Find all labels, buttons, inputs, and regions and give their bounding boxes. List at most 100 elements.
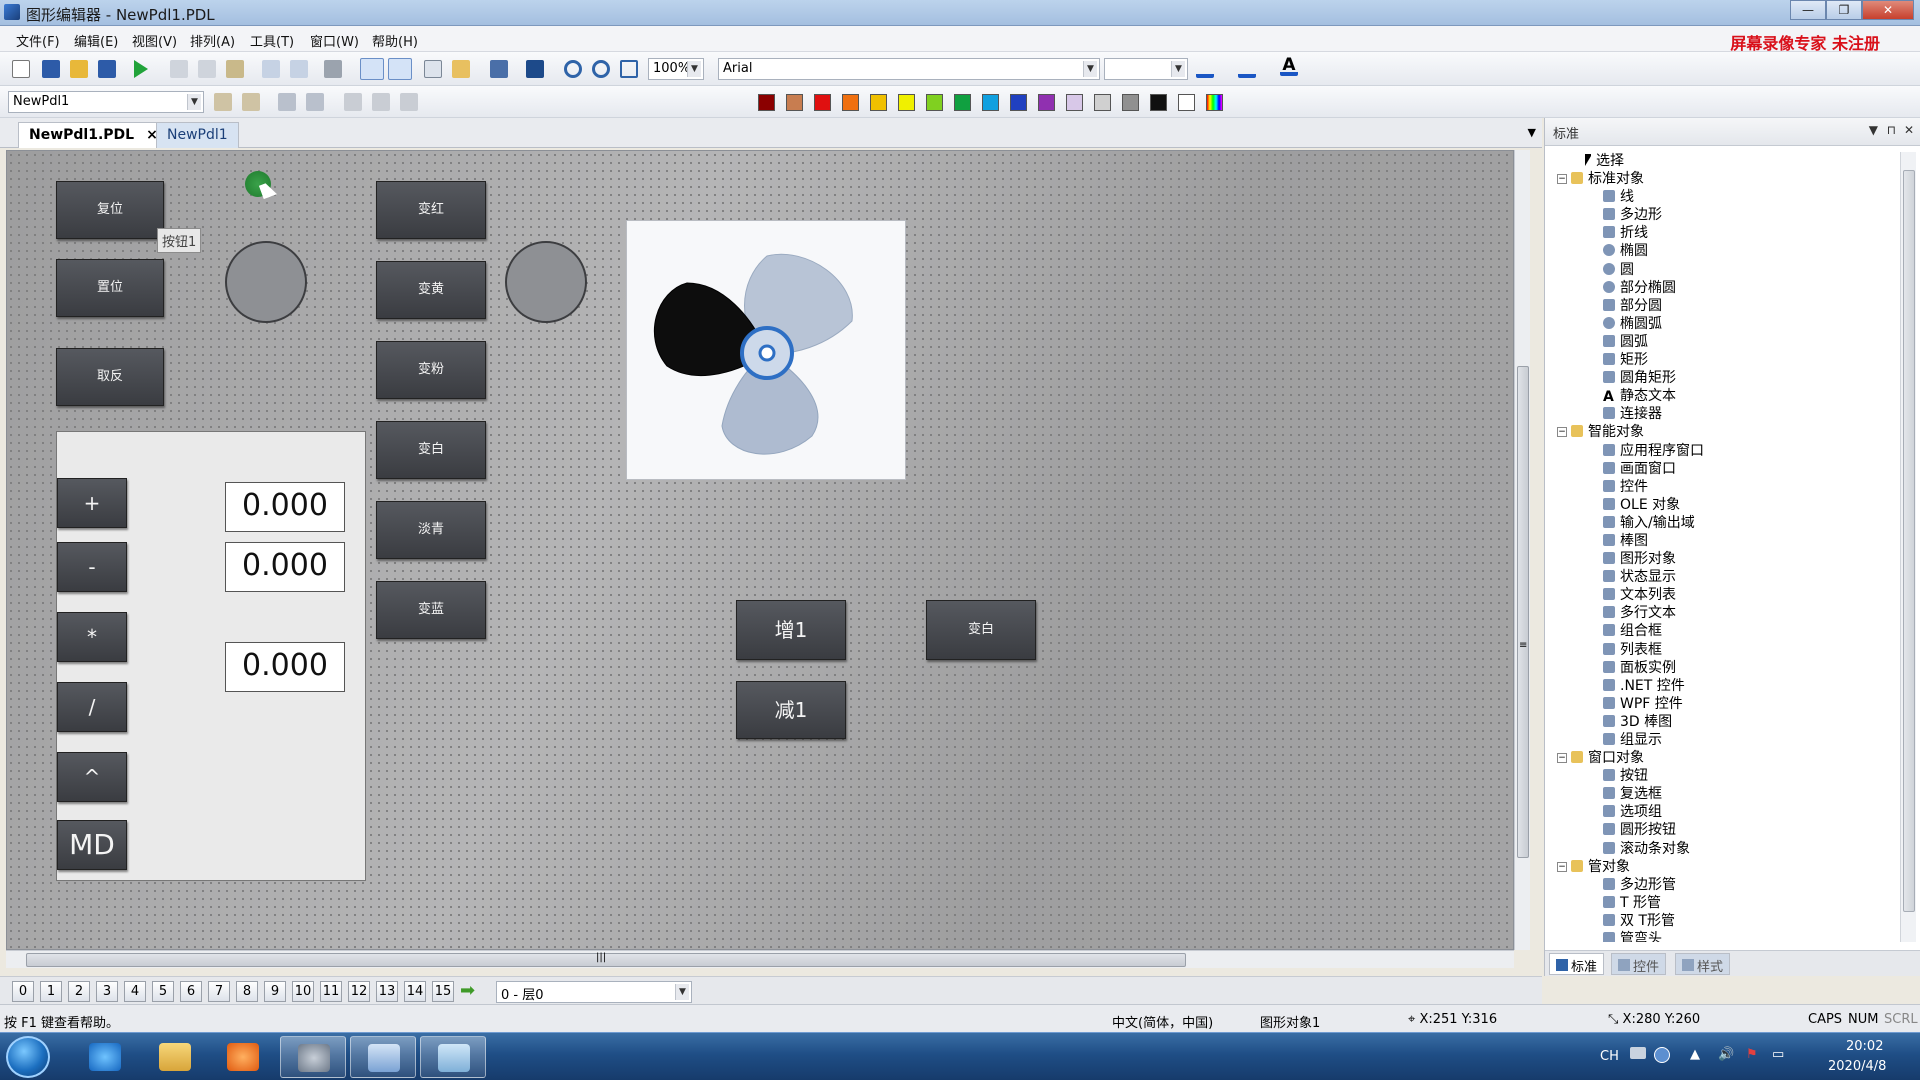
tool-icon[interactable] [278, 93, 296, 111]
align-left-icon[interactable] [344, 93, 362, 111]
tree-item[interactable]: 多边形管 [1557, 876, 1893, 894]
tree-item[interactable]: 状态显示 [1557, 568, 1893, 586]
layer-10-button[interactable]: 10 [292, 981, 314, 1002]
scrollbar-thumb[interactable] [1903, 170, 1915, 912]
tray-expand-icon[interactable]: ▲ [1690, 1047, 1700, 1062]
add-button[interactable]: + [57, 478, 127, 528]
layer-13-button[interactable]: 13 [376, 981, 398, 1002]
taskbar-app[interactable] [420, 1036, 486, 1078]
tree-item[interactable]: 双 T形管 [1557, 912, 1893, 930]
arrow-right-icon[interactable]: ➡ [460, 981, 482, 1001]
color-swatch[interactable] [1038, 94, 1055, 111]
tree-item[interactable]: 椭圆 [1557, 242, 1893, 260]
layer-12-button[interactable]: 12 [348, 981, 370, 1002]
properties-icon[interactable] [490, 60, 508, 78]
taskbar-graphics-designer[interactable] [350, 1036, 416, 1078]
color-swatch[interactable] [1206, 94, 1223, 111]
print-icon[interactable] [324, 60, 342, 78]
color-swatch[interactable] [1010, 94, 1027, 111]
layer-4-button[interactable]: 4 [124, 981, 146, 1002]
tab-controls[interactable]: 控件 [1611, 953, 1667, 975]
menu-file[interactable]: 文件(F) [16, 31, 60, 50]
ungroup-icon[interactable] [242, 93, 260, 111]
tree-item[interactable]: .NET 控件 [1557, 677, 1893, 695]
font-color-icon[interactable]: A [1280, 57, 1298, 76]
tree-item[interactable]: 按钮 [1557, 767, 1893, 785]
color-swatch[interactable] [1150, 94, 1167, 111]
tree-item[interactable]: 圆角矩形 [1557, 369, 1893, 387]
tree-item[interactable]: 图形对象 [1557, 550, 1893, 568]
layer-15-button[interactable]: 15 [432, 981, 454, 1002]
menu-edit[interactable]: 编辑(E) [74, 31, 118, 50]
tab-newpdl1-pdl[interactable]: NewPdl1.PDL × [18, 122, 169, 148]
tree-item[interactable]: − 管对象 [1557, 858, 1893, 876]
tree-item[interactable]: 管弯头 [1557, 930, 1893, 942]
minimize-button[interactable]: — [1790, 0, 1826, 20]
modulo-button[interactable]: MD [57, 820, 127, 870]
color-swatch[interactable] [1066, 94, 1083, 111]
save-all-icon[interactable] [42, 60, 60, 78]
collapse-icon[interactable]: − [1557, 427, 1567, 438]
panel-menu-icon[interactable]: ▼ [1869, 123, 1878, 137]
taskbar-explorer[interactable] [142, 1036, 208, 1078]
network-icon[interactable]: ▭ [1772, 1047, 1784, 1062]
clock-time[interactable]: 20:02 [1846, 1039, 1883, 1054]
tree-item[interactable]: 组显示 [1557, 731, 1893, 749]
keyboard-icon[interactable] [1630, 1047, 1646, 1059]
tree-item[interactable]: 连接器 [1557, 405, 1893, 423]
color-swatch[interactable] [982, 94, 999, 111]
layer-6-button[interactable]: 6 [180, 981, 202, 1002]
tabs-dropdown-icon[interactable]: ▼ [1528, 126, 1536, 139]
set-button[interactable]: 置位 [56, 259, 164, 317]
tree-item[interactable]: 画面窗口 [1557, 460, 1893, 478]
layer-3-button[interactable]: 3 [96, 981, 118, 1002]
operand-a-field[interactable]: 0.000 [225, 482, 345, 532]
object-select[interactable]: NewPdl1 ▼ [8, 91, 204, 113]
collapse-icon[interactable]: − [1557, 174, 1567, 185]
align-right-icon[interactable] [372, 93, 390, 111]
new-icon[interactable] [12, 60, 30, 78]
tree-item[interactable]: 圆 [1557, 261, 1893, 279]
invert-button[interactable]: 取反 [56, 348, 164, 406]
result-field[interactable]: 0.000 [225, 642, 345, 692]
tree-item[interactable]: − 标准对象 [1557, 170, 1893, 188]
fan-graphic[interactable] [626, 220, 906, 480]
tree-item[interactable]: 文本列表 [1557, 586, 1893, 604]
menu-view[interactable]: 视图(V) [132, 31, 177, 50]
menu-help[interactable]: 帮助(H) [372, 31, 418, 50]
tree-item[interactable]: OLE 对象 [1557, 496, 1893, 514]
font-size-select[interactable]: ▼ [1104, 58, 1188, 80]
group-icon[interactable] [214, 93, 232, 111]
tree-item[interactable]: 复选框 [1557, 785, 1893, 803]
subtract-button[interactable]: - [57, 542, 127, 592]
tree-vertical-scrollbar[interactable] [1900, 152, 1916, 942]
tree-item[interactable]: 线 [1557, 188, 1893, 206]
help-cursor-icon[interactable] [526, 60, 544, 78]
taskbar-wincc[interactable] [280, 1036, 346, 1078]
menu-tools[interactable]: 工具(T) [250, 31, 294, 50]
color-swatch[interactable] [926, 94, 943, 111]
taskbar-media-player[interactable] [210, 1036, 276, 1078]
maximize-button[interactable]: ❐ [1826, 0, 1862, 20]
layers-icon[interactable] [424, 60, 442, 78]
operand-b-field[interactable]: 0.000 [225, 542, 345, 592]
color-swatch[interactable] [1122, 94, 1139, 111]
color-swatch[interactable] [1094, 94, 1111, 111]
zoom-in-icon[interactable] [564, 60, 582, 78]
paste-icon[interactable] [226, 60, 244, 78]
increment-button[interactable]: 增1 [736, 600, 846, 660]
action-center-icon[interactable]: ⚑ [1746, 1047, 1758, 1062]
divide-button[interactable]: / [57, 682, 127, 732]
align-top-icon[interactable] [400, 93, 418, 111]
color-swatch[interactable] [758, 94, 775, 111]
indicator-circle[interactable] [225, 241, 307, 323]
tree-item[interactable]: 棒图 [1557, 532, 1893, 550]
fill-color-icon[interactable] [1238, 60, 1256, 78]
tree-item[interactable]: 输入/输出域 [1557, 514, 1893, 532]
turn-white-button[interactable]: 变白 [376, 421, 486, 479]
reset-button[interactable]: 复位 [56, 181, 164, 239]
cut-icon[interactable] [170, 60, 188, 78]
tree-item[interactable]: 3D 棒图 [1557, 713, 1893, 731]
layer-7-button[interactable]: 7 [208, 981, 230, 1002]
open-folder-icon[interactable] [70, 60, 88, 78]
